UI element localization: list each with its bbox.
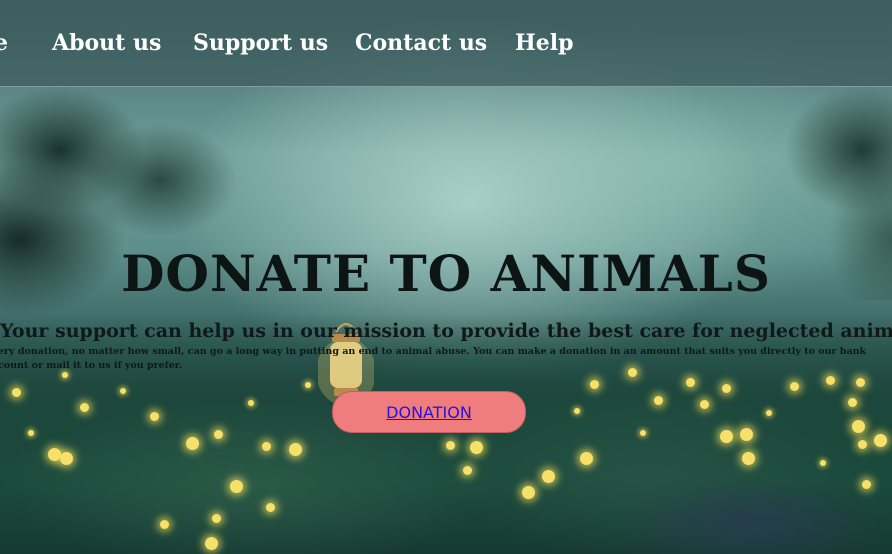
firefly <box>463 466 472 475</box>
nav-link-home[interactable]: e <box>0 30 8 56</box>
firefly <box>856 378 865 387</box>
firefly <box>205 537 218 550</box>
firefly <box>120 388 126 394</box>
firefly <box>160 520 169 529</box>
firefly <box>590 380 599 389</box>
hero-description-line-1: ery donation, no matter how small, can g… <box>0 346 867 357</box>
firefly <box>826 376 835 385</box>
firefly <box>874 434 887 447</box>
top-navigation-bar: e About us Support us Contact us Help <box>0 0 892 87</box>
firefly <box>150 412 159 421</box>
firefly <box>686 378 695 387</box>
firefly <box>305 382 311 388</box>
firefly <box>230 480 243 493</box>
firefly <box>266 503 275 512</box>
hero-subtitle: Your support can help us in our mission … <box>0 320 892 342</box>
firefly <box>262 442 271 451</box>
firefly <box>766 410 772 416</box>
firefly <box>820 460 826 466</box>
firefly <box>470 441 483 454</box>
firefly <box>848 398 857 407</box>
firefly <box>858 440 867 449</box>
firefly <box>852 420 865 433</box>
firefly <box>60 452 73 465</box>
firefly <box>722 384 731 393</box>
firefly <box>214 430 223 439</box>
firefly <box>640 430 646 436</box>
firefly <box>654 396 663 405</box>
firefly <box>522 486 535 499</box>
firefly <box>446 441 455 450</box>
firefly <box>248 400 254 406</box>
firefly <box>289 443 302 456</box>
hero-description: ery donation, no matter how small, can g… <box>0 345 892 373</box>
firefly <box>212 514 221 523</box>
nav-link-support-us[interactable]: Support us <box>193 30 328 56</box>
firefly <box>742 452 755 465</box>
firefly <box>28 430 34 436</box>
stream-water <box>552 454 892 554</box>
firefly <box>700 400 709 409</box>
hero-description-line-2: count or mail it to us if you prefer. <box>0 360 183 371</box>
firefly <box>186 437 199 450</box>
firefly <box>12 388 21 397</box>
firefly <box>542 470 555 483</box>
firefly <box>862 480 871 489</box>
firefly <box>574 408 580 414</box>
nav-link-help[interactable]: Help <box>515 30 574 56</box>
firefly <box>80 403 89 412</box>
nav-link-contact-us[interactable]: Contact us <box>355 30 487 56</box>
donation-button[interactable]: DONATION <box>332 391 526 433</box>
firefly <box>740 428 753 441</box>
nav-link-about-us[interactable]: About us <box>52 30 161 56</box>
firefly <box>720 430 733 443</box>
firefly <box>790 382 799 391</box>
firefly <box>580 452 593 465</box>
page-title: DONATE TO ANIMALS <box>121 244 771 303</box>
